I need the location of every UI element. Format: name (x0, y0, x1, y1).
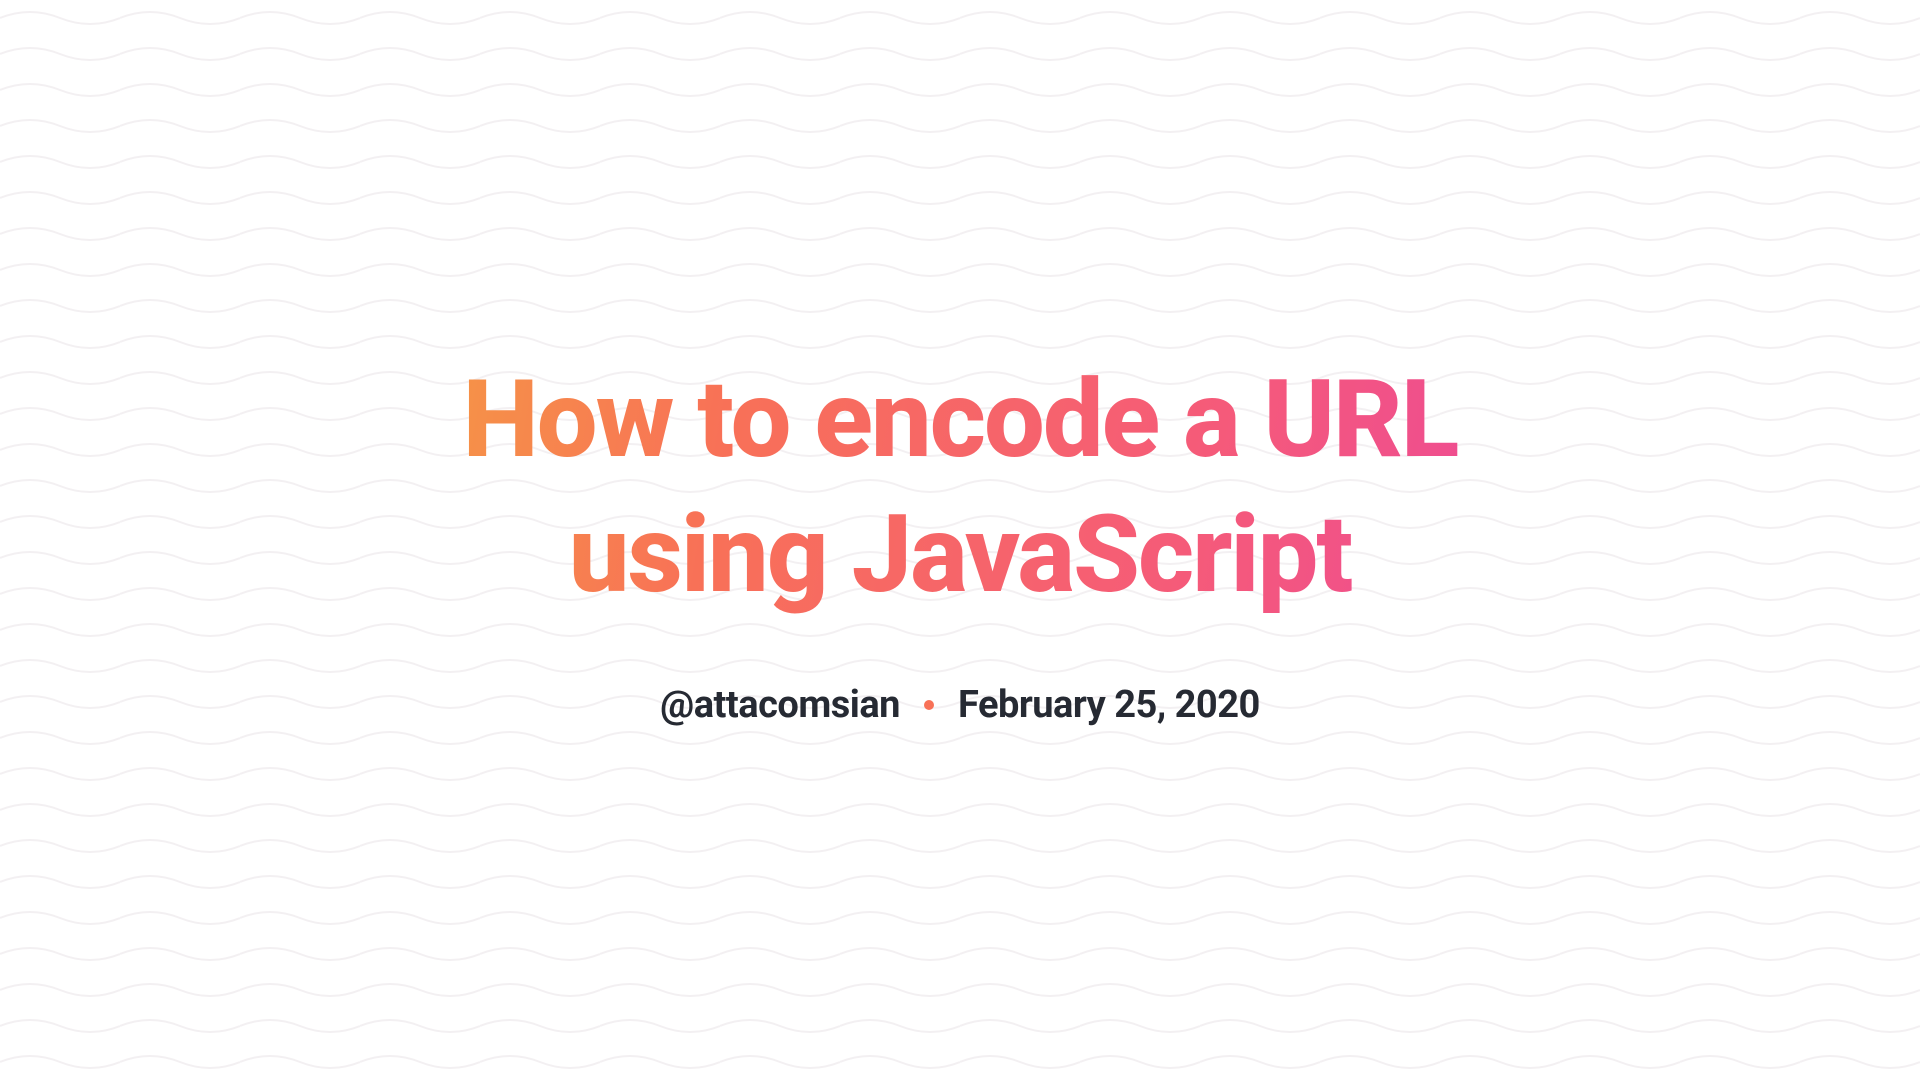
separator-dot-icon (924, 700, 934, 710)
page-title: How to encode a URL using JavaScript (360, 353, 1560, 623)
publish-date: February 25, 2020 (958, 683, 1260, 727)
author-handle: @attacomsian (660, 683, 900, 727)
content-container: How to encode a URL using JavaScript @at… (360, 353, 1560, 727)
meta-row: @attacomsian February 25, 2020 (360, 683, 1560, 727)
